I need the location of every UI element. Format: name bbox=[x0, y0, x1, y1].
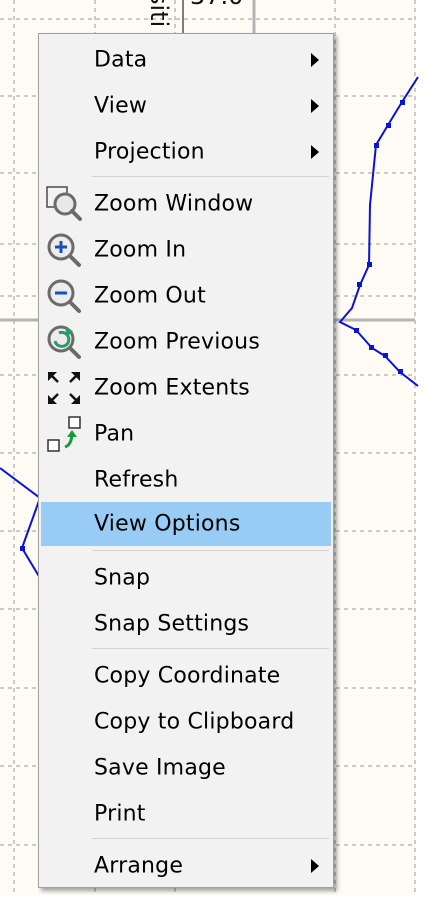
menu-separator bbox=[92, 838, 329, 839]
menu-item-refresh[interactable]: Refresh bbox=[41, 458, 331, 502]
zoom-previous-icon bbox=[47, 325, 81, 359]
menu-separator bbox=[92, 176, 329, 177]
menu-item-zoom-window[interactable]: Zoom Window bbox=[41, 182, 331, 226]
menu-item-zoom-in[interactable]: Zoom In bbox=[41, 228, 331, 272]
menu-item-label: View Options bbox=[94, 511, 241, 537]
submenu-arrow-icon bbox=[311, 145, 319, 159]
zoom-out-icon bbox=[47, 279, 81, 313]
menu-item-label: Zoom Out bbox=[94, 283, 206, 309]
menu-item-label: Refresh bbox=[94, 467, 179, 493]
menu-item-view[interactable]: View bbox=[41, 84, 331, 128]
menu-item-label: Snap bbox=[94, 565, 151, 591]
menu-item-pan[interactable]: Pan bbox=[41, 412, 331, 456]
map-coordinate-label: 37.0 bbox=[190, 0, 243, 10]
map-axis-label: siti bbox=[145, 0, 173, 28]
menu-item-label: Pan bbox=[94, 421, 135, 447]
menu-item-save-image[interactable]: Save Image bbox=[41, 746, 331, 790]
menu-item-label: Zoom Window bbox=[94, 191, 254, 217]
menu-item-snap-settings[interactable]: Snap Settings bbox=[41, 602, 331, 646]
menu-item-data[interactable]: Data bbox=[41, 38, 331, 82]
menu-item-label: Data bbox=[94, 47, 148, 73]
menu-item-snap[interactable]: Snap bbox=[41, 556, 331, 600]
menu-item-label: Print bbox=[94, 801, 146, 827]
zoom-window-icon bbox=[46, 186, 82, 221]
menu-item-zoom-previous[interactable]: Zoom Previous bbox=[41, 320, 331, 364]
menu-item-label: View bbox=[94, 93, 148, 119]
menu-separator bbox=[92, 648, 329, 649]
zoom-in-icon bbox=[47, 233, 81, 267]
menu-item-label: Snap Settings bbox=[94, 611, 250, 637]
submenu-arrow-icon bbox=[311, 53, 319, 67]
menu-item-copy-to-clipboard[interactable]: Copy to Clipboard bbox=[41, 700, 331, 744]
menu-item-projection[interactable]: Projection bbox=[41, 130, 331, 174]
menu-item-label: Save Image bbox=[94, 755, 226, 781]
zoom-extents-icon bbox=[48, 372, 80, 404]
menu-item-print[interactable]: Print bbox=[41, 792, 331, 836]
menu-item-copy-coordinate[interactable]: Copy Coordinate bbox=[41, 654, 331, 698]
menu-item-view-options[interactable]: View Options bbox=[41, 502, 331, 546]
menu-item-zoom-extents[interactable]: Zoom Extents bbox=[41, 366, 331, 410]
menu-item-label: Zoom Previous bbox=[94, 329, 260, 355]
menu-item-label: Arrange bbox=[94, 853, 184, 879]
menu-separator bbox=[92, 550, 329, 551]
submenu-arrow-icon bbox=[311, 99, 319, 113]
menu-item-label: Projection bbox=[94, 139, 205, 165]
menu-item-label: Copy to Clipboard bbox=[94, 709, 295, 735]
submenu-arrow-icon bbox=[311, 859, 319, 873]
menu-item-label: Zoom In bbox=[94, 237, 187, 263]
menu-item-label: Zoom Extents bbox=[94, 375, 250, 401]
menu-item-zoom-out[interactable]: Zoom Out bbox=[41, 274, 331, 318]
menu-item-label: Copy Coordinate bbox=[94, 663, 281, 689]
context-menu: Data View Projection Zoom Window Zoom In bbox=[38, 33, 334, 888]
menu-item-arrange[interactable]: Arrange bbox=[41, 844, 331, 888]
pan-icon bbox=[47, 416, 81, 452]
